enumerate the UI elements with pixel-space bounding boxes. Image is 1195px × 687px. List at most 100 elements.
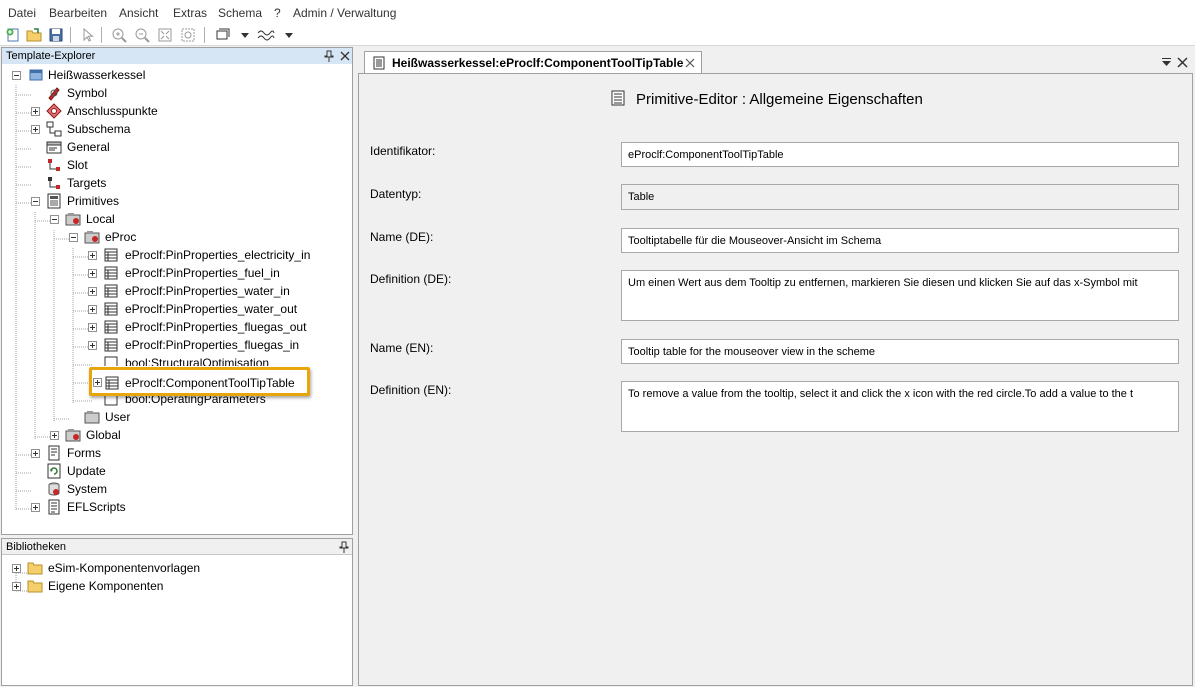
tab-close-icon[interactable] (685, 58, 695, 68)
table-icon (104, 320, 118, 334)
collapse-toggle[interactable] (69, 233, 78, 242)
pointer-icon[interactable] (78, 26, 96, 44)
tree-node-primitive[interactable]: eProclf:PinProperties_fluegas_in (2, 336, 352, 354)
chevron-down-icon[interactable] (285, 33, 293, 38)
zoom-window-icon[interactable] (179, 26, 197, 44)
tree-node-primitive[interactable]: eProclf:PinProperties_fluegas_out (2, 318, 352, 336)
document-tab[interactable]: Heißwasserkessel:eProclf:ComponentToolTi… (364, 51, 702, 74)
library-item[interactable]: Eigene Komponenten (2, 577, 352, 595)
tree-node-targets[interactable]: Targets (2, 174, 352, 192)
collapse-toggle[interactable] (12, 71, 21, 80)
tree-node-root[interactable]: Heißwasserkessel (2, 66, 352, 84)
tree-node-general[interactable]: General (2, 138, 352, 156)
pin-icon[interactable] (337, 540, 351, 554)
tree-label-anschlusspunkte: Anschlusspunkte (67, 104, 158, 118)
zoom-in-icon[interactable] (110, 26, 128, 44)
expand-toggle[interactable] (88, 251, 97, 260)
tree-label-primitive: eProclf:PinProperties_fluegas_out (125, 320, 307, 334)
tree-label-local: Local (86, 212, 115, 226)
tree-label-system: System (67, 482, 108, 496)
tree-node-eproc[interactable]: eProc (2, 228, 352, 246)
chevron-down-icon[interactable] (241, 33, 249, 38)
menu-help[interactable]: ? (274, 6, 281, 20)
tree-node-slot[interactable]: Slot (2, 156, 352, 174)
expand-toggle[interactable] (50, 431, 59, 440)
collapse-toggle[interactable] (31, 197, 40, 206)
expand-toggle[interactable] (31, 503, 40, 512)
expand-toggle[interactable] (12, 582, 21, 591)
menu-bearbeiten[interactable]: Bearbeiten (49, 6, 107, 20)
zoom-out-icon[interactable] (133, 26, 151, 44)
close-icon[interactable] (338, 49, 352, 63)
name-en-field[interactable]: Tooltip table for the mouseover view in … (621, 339, 1179, 364)
tree-node-symbol[interactable]: Symbol (2, 84, 352, 102)
tree-label-primitive: eProclf:PinProperties_fuel_in (125, 266, 280, 280)
table-icon (104, 302, 118, 316)
window-list-icon[interactable] (1162, 58, 1171, 66)
connection-point-icon (46, 103, 62, 119)
tree-node-anschlusspunkte[interactable]: Anschlusspunkte (2, 102, 352, 120)
name-de-field[interactable]: Tooltiptabelle für die Mouseover-Ansicht… (621, 228, 1179, 253)
tree-label-eproc: eProc (105, 230, 137, 244)
tree-node-primitive[interactable]: eProclf:PinProperties_water_in (2, 282, 352, 300)
expand-toggle[interactable] (93, 378, 102, 387)
tree-node-system[interactable]: System (2, 480, 352, 498)
connector-icon[interactable] (257, 26, 275, 44)
expand-toggle[interactable] (31, 107, 40, 116)
collapse-toggle[interactable] (50, 215, 59, 224)
datentyp-field: Table (621, 184, 1179, 210)
tree-node-local[interactable]: Local (2, 210, 352, 228)
menu-admin[interactable]: Admin / Verwaltung (293, 6, 396, 20)
library-item[interactable]: eSim-Komponentenvorlagen (2, 559, 352, 577)
expand-toggle[interactable] (88, 269, 97, 278)
tree-node-global[interactable]: Global (2, 426, 352, 444)
expand-toggle[interactable] (88, 287, 97, 296)
tree-node-primitive[interactable]: eProclf:PinProperties_water_out (2, 300, 352, 318)
expand-toggle[interactable] (88, 305, 97, 314)
tree-node-subschema[interactable]: Subschema (2, 120, 352, 138)
identifikator-field[interactable]: eProclf:ComponentToolTipTable (621, 142, 1179, 167)
system-icon (48, 482, 60, 496)
tree-node-eflscripts[interactable]: EFLScripts (2, 498, 352, 516)
tree-node-primitive[interactable]: bool:StructuralOptimisation (2, 354, 352, 366)
table-icon (104, 248, 118, 262)
expand-toggle[interactable] (12, 564, 21, 573)
name-en-label: Name (EN): (370, 341, 434, 355)
libraries-title: Bibliotheken (6, 541, 66, 553)
template-explorer-panel: Template-Explorer Heißwasserkessel Symbo… (1, 47, 353, 535)
folder-icon (27, 562, 43, 575)
update-icon (47, 463, 61, 479)
menu-datei[interactable]: Datei (8, 6, 36, 20)
tree-node-primitives[interactable]: Primitives (2, 192, 352, 210)
tree-node-forms[interactable]: Forms (2, 444, 352, 462)
menu-extras[interactable]: Extras (173, 6, 207, 20)
expand-toggle[interactable] (88, 323, 97, 332)
tree-node-primitive[interactable]: eProclf:PinProperties_fuel_in (2, 264, 352, 282)
open-icon[interactable] (25, 26, 43, 44)
zoom-fit-icon[interactable] (156, 26, 174, 44)
expand-toggle[interactable] (88, 341, 97, 350)
expand-toggle[interactable] (31, 449, 40, 458)
definition-de-label: Definition (DE): (370, 272, 452, 286)
tree-label-root: Heißwasserkessel (48, 68, 146, 82)
definition-en-field[interactable]: To remove a value from the tooltip, sele… (621, 381, 1179, 432)
menu-ansicht[interactable]: Ansicht (119, 6, 158, 20)
tree-node-selected[interactable]: eProclf:ComponentToolTipTable (89, 367, 310, 396)
tree-label-selected: eProclf:ComponentToolTipTable (125, 376, 295, 390)
document-tab-title: Heißwasserkessel:eProclf:ComponentToolTi… (392, 56, 684, 70)
new-icon[interactable] (4, 26, 22, 44)
expand-toggle[interactable] (31, 125, 40, 134)
tree-node-user[interactable]: User (2, 408, 352, 426)
pin-icon[interactable] (322, 49, 336, 63)
tree-node-primitive[interactable]: eProclf:PinProperties_electricity_in (2, 246, 352, 264)
tree-label-primitive: bool:StructuralOptimisation (125, 356, 270, 366)
save-icon[interactable] (47, 26, 65, 44)
tree-label-slot: Slot (67, 158, 88, 172)
tree-node-update[interactable]: Update (2, 462, 352, 480)
close-icon[interactable] (1177, 57, 1188, 68)
definition-de-field[interactable]: Um einen Wert aus dem Tooltip zu entfern… (621, 270, 1179, 321)
layout-icon[interactable] (214, 26, 232, 44)
editor-heading: Primitive-Editor : Allgemeine Eigenschaf… (636, 91, 923, 108)
explorer-title: Template-Explorer (6, 50, 96, 62)
menu-schema[interactable]: Schema (218, 6, 262, 20)
